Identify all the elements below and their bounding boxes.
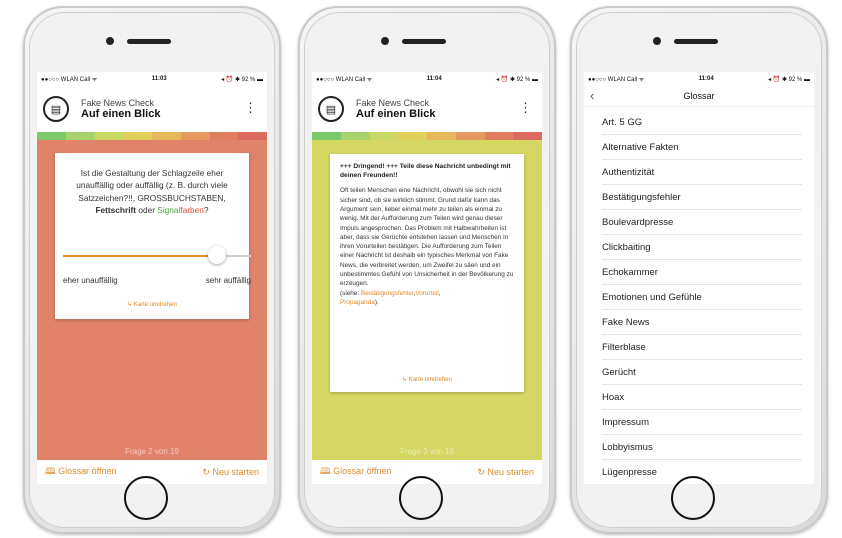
list-item[interactable]: Bestätigungsfehler bbox=[602, 185, 802, 210]
clock: 11:03 bbox=[151, 76, 167, 82]
app-bar: ▤ Fake News Check Auf einen Blick ⋮ bbox=[37, 86, 267, 132]
flip-card-link[interactable]: ↳ Karte umdrehen bbox=[330, 376, 524, 383]
more-menu-icon[interactable]: ⋮ bbox=[244, 100, 257, 116]
question-text: Ist die Gestaltung der Schlagzeile eher … bbox=[76, 168, 228, 216]
list-item[interactable]: Boulevardpresse bbox=[602, 210, 802, 235]
speaker bbox=[402, 39, 446, 44]
list-item[interactable]: Hoax bbox=[602, 385, 802, 410]
app-bar: ▤ Fake News Check Auf einen Blick ⋮ bbox=[312, 86, 542, 132]
explanation-headline: +++ Dringend! +++ Teile diese Nachricht … bbox=[340, 163, 511, 180]
page-title: Glossar bbox=[683, 91, 715, 101]
link-bestaetigungsfehler[interactable]: Bestätigungsfehler bbox=[361, 290, 414, 297]
restart-button[interactable]: ↻ Neu starten bbox=[202, 467, 259, 478]
refresh-icon: ↻ bbox=[202, 466, 210, 477]
camera bbox=[653, 37, 661, 45]
slider-max-label: sehr auffällig bbox=[205, 276, 251, 285]
question-area: Ist die Gestaltung der Schlagzeile eher … bbox=[37, 140, 267, 460]
refresh-icon: ↻ bbox=[477, 466, 485, 477]
app-subtitle: Fake News Check bbox=[356, 98, 430, 108]
slider-min-label: eher unauffällig bbox=[63, 276, 118, 285]
list-item[interactable]: Fake News bbox=[602, 310, 802, 335]
phone-frame-1: ●●○○○ WLAN Call ᯤ 11:03 ◂ ⏰ ✱ 92 % ▬ ▤ F… bbox=[23, 6, 281, 534]
home-button[interactable] bbox=[671, 476, 715, 520]
status-bar: ●●○○○ WLAN Call ᯤ 11:03 ◂ ⏰ ✱ 92 % ▬ bbox=[37, 72, 267, 86]
battery-status: ◂ ⏰ ✱ 92 % ▬ bbox=[496, 76, 538, 83]
question-counter: Frage 2 von 19 bbox=[125, 447, 179, 456]
list-item[interactable]: Impressum bbox=[602, 410, 802, 435]
list-item[interactable]: Emotionen und Gefühle bbox=[602, 285, 802, 310]
rating-stripe bbox=[37, 132, 267, 140]
question-counter: Frage 3 von 19 bbox=[400, 447, 454, 456]
camera bbox=[381, 37, 389, 45]
carrier: ●●○○○ WLAN Call ᯤ bbox=[588, 77, 645, 83]
clock: 11:04 bbox=[426, 76, 442, 82]
link-propaganda[interactable]: Propaganda bbox=[340, 299, 375, 306]
battery-status: ◂ ⏰ ✱ 92 % ▬ bbox=[221, 76, 263, 83]
screen-question: ●●○○○ WLAN Call ᯤ 11:03 ◂ ⏰ ✱ 92 % ▬ ▤ F… bbox=[37, 72, 267, 484]
flip-card-link[interactable]: ↳ Karte umdrehen bbox=[55, 301, 249, 308]
answer-slider[interactable] bbox=[63, 246, 251, 264]
question-card: Ist die Gestaltung der Schlagzeile eher … bbox=[55, 153, 251, 319]
explanation-card: +++ Dringend! +++ Teile diese Nachricht … bbox=[330, 154, 524, 392]
carrier: ●●○○○ WLAN Call ᯤ bbox=[316, 77, 373, 83]
home-button[interactable] bbox=[399, 476, 443, 520]
list-item[interactable]: Clickbaiting bbox=[602, 235, 802, 260]
list-item[interactable]: Art. 5 GG bbox=[602, 110, 802, 135]
list-item[interactable]: Gerücht bbox=[602, 360, 802, 385]
link-vorurteil[interactable]: Vorurteil bbox=[415, 290, 438, 297]
list-item[interactable]: Echokammer bbox=[602, 260, 802, 285]
more-menu-icon[interactable]: ⋮ bbox=[519, 100, 532, 116]
page-title: Auf einen Blick bbox=[81, 108, 161, 120]
screen-explanation: ●●○○○ WLAN Call ᯤ 11:04 ◂ ⏰ ✱ 92 % ▬ ▤ F… bbox=[312, 72, 542, 484]
status-bar: ●●○○○ WLAN Call ᯤ 11:04 ◂ ⏰ ✱ 92 % ▬ bbox=[584, 72, 814, 86]
phone-frame-3: ●●○○○ WLAN Call ᯤ 11:04 ◂ ⏰ ✱ 92 % ▬ ‹ G… bbox=[570, 6, 828, 534]
battery-status: ◂ ⏰ ✱ 92 % ▬ bbox=[768, 76, 810, 83]
slider-fill bbox=[63, 255, 218, 257]
book-icon: 🕮 bbox=[320, 466, 331, 476]
glossary-header: ‹ Glossar bbox=[584, 86, 814, 107]
list-item[interactable]: Lobbyismus bbox=[602, 435, 802, 460]
book-icon: 🕮 bbox=[45, 466, 56, 476]
list-item[interactable]: Authentizität bbox=[602, 160, 802, 185]
back-chevron-icon[interactable]: ‹ bbox=[590, 88, 594, 103]
restart-button[interactable]: ↻ Neu starten bbox=[477, 467, 534, 478]
slider-thumb[interactable] bbox=[208, 246, 227, 264]
screen-glossary: ●●○○○ WLAN Call ᯤ 11:04 ◂ ⏰ ✱ 92 % ▬ ‹ G… bbox=[584, 72, 814, 484]
phone-frame-2: ●●○○○ WLAN Call ᯤ 11:04 ◂ ⏰ ✱ 92 % ▬ ▤ F… bbox=[298, 6, 556, 534]
list-item[interactable]: Alternative Fakten bbox=[602, 135, 802, 160]
speaker bbox=[674, 39, 718, 44]
open-glossary-button[interactable]: 🕮 Glossar öffnen bbox=[45, 464, 117, 480]
camera bbox=[106, 37, 114, 45]
app-logo-icon: ▤ bbox=[43, 96, 69, 122]
app-logo-icon: ▤ bbox=[318, 96, 344, 122]
home-button[interactable] bbox=[124, 476, 168, 520]
app-subtitle: Fake News Check bbox=[81, 98, 155, 108]
explanation-area: +++ Dringend! +++ Teile diese Nachricht … bbox=[312, 140, 542, 460]
status-bar: ●●○○○ WLAN Call ᯤ 11:04 ◂ ⏰ ✱ 92 % ▬ bbox=[312, 72, 542, 86]
explanation-body: Oft teilen Menschen eine Nachricht, obwo… bbox=[340, 187, 514, 306]
carrier: ●●○○○ WLAN Call ᯤ bbox=[41, 77, 98, 83]
bold-word: Fettschrift bbox=[95, 205, 137, 216]
page-title: Auf einen Blick bbox=[356, 108, 436, 120]
rating-stripe bbox=[312, 132, 542, 140]
glossary-list: Art. 5 GG Alternative Fakten Authentizit… bbox=[584, 107, 814, 484]
list-item[interactable]: Filterblase bbox=[602, 335, 802, 360]
speaker bbox=[127, 39, 171, 44]
clock: 11:04 bbox=[698, 76, 714, 82]
open-glossary-button[interactable]: 🕮 Glossar öffnen bbox=[320, 464, 392, 480]
